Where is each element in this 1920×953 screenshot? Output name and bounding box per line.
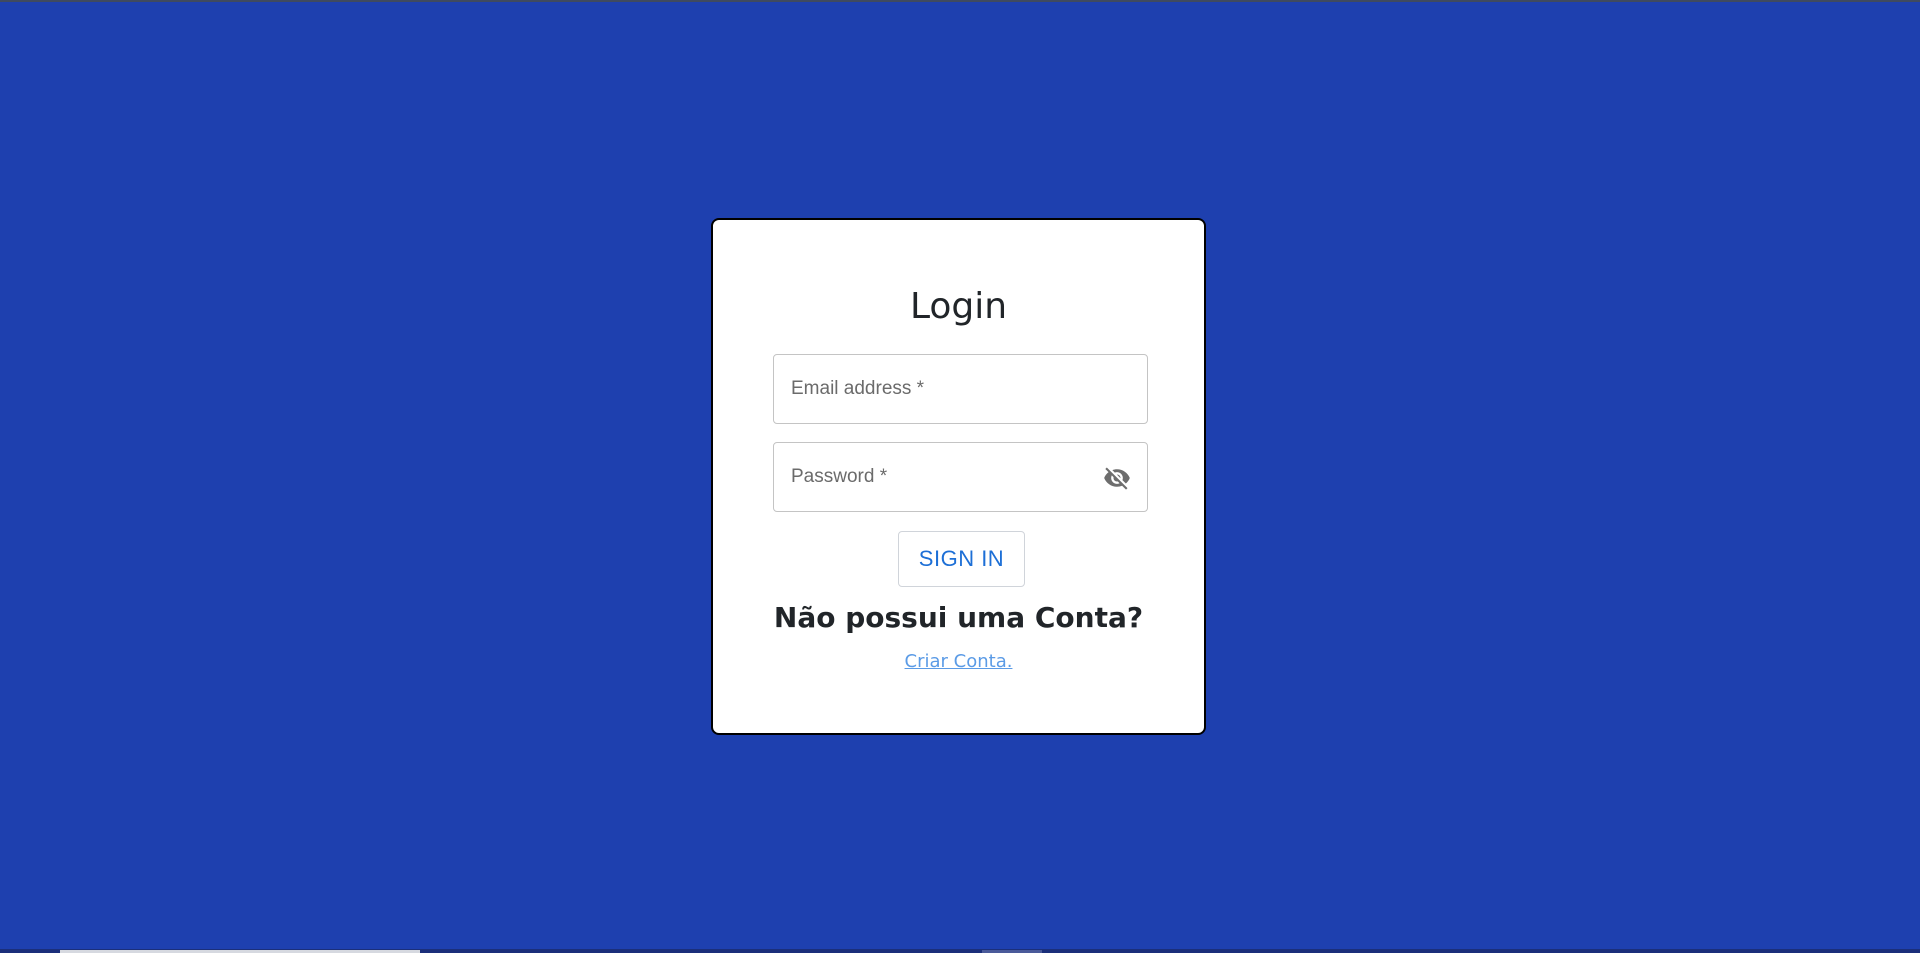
login-page: Login Email address * Password * SIGN IN…	[0, 0, 1920, 953]
password-input[interactable]	[774, 443, 1147, 511]
no-account-text: Não possui uma Conta?	[773, 601, 1144, 634]
eye-off-icon[interactable]	[1103, 464, 1131, 492]
create-account-link[interactable]: Criar Conta.	[713, 651, 1204, 672]
page-title: Login	[909, 286, 1008, 327]
login-card: Login Email address * Password * SIGN IN…	[711, 218, 1206, 735]
email-input[interactable]	[774, 355, 1147, 423]
password-field[interactable]: Password *	[773, 442, 1148, 512]
sign-in-button[interactable]: SIGN IN	[898, 531, 1025, 587]
email-field[interactable]: Email address *	[773, 354, 1148, 424]
top-border	[0, 0, 1920, 2]
eye-off-icon-svg	[1104, 467, 1130, 490]
